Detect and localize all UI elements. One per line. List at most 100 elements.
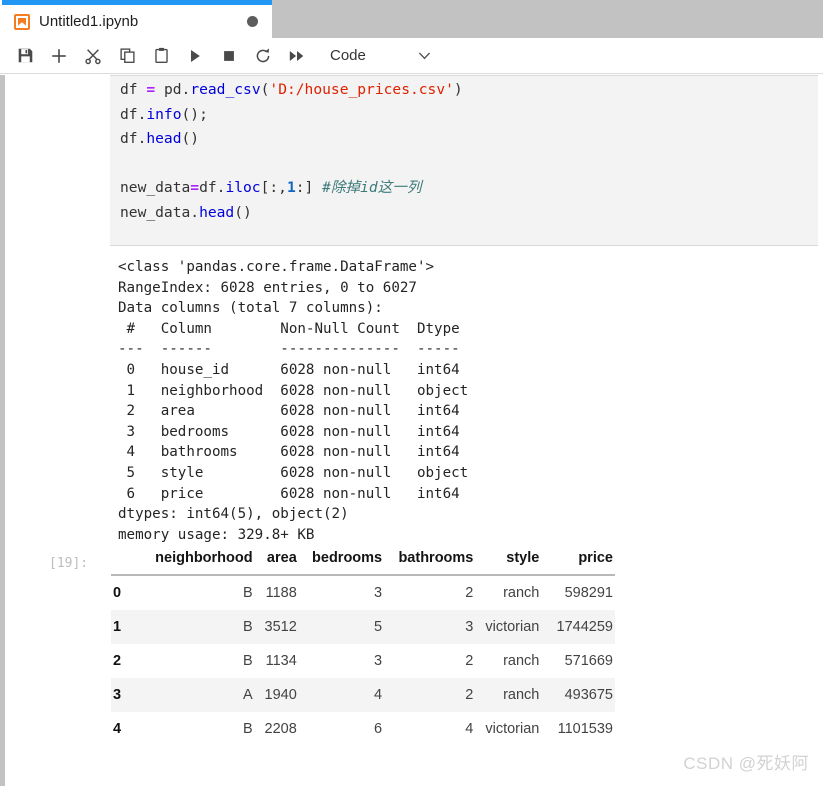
- run-button[interactable]: [178, 41, 212, 71]
- dataframe-cell: 3: [384, 610, 476, 644]
- code-token: 'D:/house_prices.csv': [269, 81, 454, 98]
- restart-icon: [254, 47, 272, 65]
- chevron-down-icon[interactable]: [416, 47, 433, 64]
- dataframe-cell: victorian: [475, 610, 542, 644]
- dataframe-cell: ranch: [503, 653, 540, 669]
- dataframe-column-header: bedrooms: [298, 546, 385, 576]
- dataframe-index-header: [111, 546, 136, 576]
- dataframe-cell: 3: [374, 653, 383, 669]
- dataframe-cell: 2: [384, 678, 476, 712]
- notebook-tab[interactable]: Untitled1.ipynb: [0, 0, 272, 38]
- dataframe-cell: ranch: [503, 585, 540, 601]
- dataframe-cell: 1134: [265, 653, 297, 669]
- dataframe-cell: 493675: [541, 678, 615, 712]
- dataframe-cell: 1101539: [557, 721, 613, 737]
- notebook-panel: df = pd.read_csv('D:/house_prices.csv') …: [0, 75, 823, 786]
- code-token: ): [453, 81, 463, 98]
- dataframe-column-header: area: [254, 546, 299, 576]
- dataframe-output: neighborhood area bedrooms bathrooms style pr…: [111, 546, 615, 746]
- cell-type-selector[interactable]: Code: [330, 41, 433, 71]
- dataframe-body: 0 B 1188 3 2 ranch 598291 1 B 3512 5 3 victorian 1744…: [111, 575, 615, 746]
- tab-title: Untitled1.ipynb: [39, 13, 139, 30]
- code-token: new_data: [120, 179, 191, 196]
- code-editor[interactable]: df = pd.read_csv('D:/house_prices.csv') …: [120, 78, 463, 225]
- code-token: :]: [295, 179, 323, 196]
- save-icon: [17, 47, 34, 64]
- dataframe-cell: B: [135, 610, 255, 644]
- dataframe-cell: 1940: [254, 678, 299, 712]
- code-token: new_data.: [120, 203, 200, 221]
- dataframe-cell: 3512: [254, 610, 299, 644]
- notebook-toolbar: Code: [0, 38, 823, 74]
- paste-button[interactable]: [144, 41, 178, 71]
- table-row: 0 B 1188 3 2 ranch 598291: [111, 575, 615, 610]
- plus-icon: [50, 47, 68, 65]
- table-row: 2 B 1134 3 2 ranch 571669: [111, 644, 615, 678]
- code-token: =: [146, 81, 156, 98]
- stop-button[interactable]: [212, 41, 246, 71]
- copy-icon: [119, 47, 136, 64]
- code-token: #除掉id这一列: [322, 179, 422, 196]
- code-token: head: [199, 203, 235, 221]
- code-token: (): [234, 203, 252, 221]
- save-button[interactable]: [8, 41, 42, 71]
- window-titlebar: Untitled1.ipynb: [0, 0, 823, 38]
- notebook-left-rail: [0, 75, 5, 786]
- restart-run-all-button[interactable]: [280, 41, 314, 71]
- code-token: read_csv: [190, 81, 261, 98]
- dataframe-cell: 5: [298, 610, 385, 644]
- dataframe-column-header: neighborhood: [135, 546, 255, 576]
- code-token: df: [120, 81, 147, 98]
- code-token: [:,: [260, 179, 287, 196]
- dataframe-cell: 2: [465, 653, 474, 669]
- insert-cell-button[interactable]: [42, 41, 76, 71]
- code-token: iloc: [225, 179, 261, 196]
- dataframe-column-header: style: [475, 546, 542, 576]
- code-token: (): [181, 130, 200, 147]
- dataframe-cell: 4: [298, 678, 385, 712]
- dataframe-cell: A: [135, 678, 255, 712]
- code-token: head: [146, 130, 182, 147]
- code-token: df.: [199, 179, 226, 196]
- code-token: df.: [120, 105, 147, 123]
- play-icon: [187, 48, 203, 64]
- code-token: 1: [286, 179, 296, 196]
- dataframe-cell: B: [242, 585, 253, 601]
- notebook-icon: [14, 13, 30, 30]
- dataframe-table: neighborhood area bedrooms bathrooms style pr…: [111, 546, 615, 746]
- stop-icon: [222, 49, 236, 63]
- cell-type-value: Code: [330, 47, 366, 64]
- dataframe-column-header: price: [541, 546, 615, 576]
- dataframe-cell: ranch: [475, 678, 542, 712]
- dataframe-index-cell: 0: [113, 585, 122, 601]
- dataframe-column-header: bathrooms: [384, 546, 476, 576]
- code-cell[interactable]: df = pd.read_csv('D:/house_prices.csv') …: [110, 75, 818, 246]
- code-token: df.: [120, 130, 147, 147]
- dataframe-cell: 4: [465, 721, 474, 737]
- restart-button[interactable]: [246, 41, 280, 71]
- table-row: 3 A 1940 4 2 ranch 493675: [111, 678, 615, 712]
- dataframe-cell: 6: [374, 721, 383, 737]
- fast-forward-icon: [288, 47, 306, 65]
- dataframe-cell: 598291: [564, 585, 613, 601]
- dataframe-index-cell: 4: [113, 721, 122, 737]
- dataframe-cell: B: [242, 653, 253, 669]
- watermark: CSDN @死妖阿: [683, 754, 809, 773]
- unsaved-indicator-icon[interactable]: [247, 16, 258, 27]
- dataframe-cell: victorian: [485, 721, 540, 737]
- dataframe-index-cell: 1: [111, 610, 136, 644]
- table-row: 4 B 2208 6 4 victorian 1101539: [111, 712, 615, 746]
- code-token: info: [146, 105, 182, 123]
- copy-button[interactable]: [110, 41, 144, 71]
- dataframe-header: neighborhood area bedrooms bathrooms style pr…: [111, 546, 615, 576]
- scissors-icon: [84, 47, 102, 65]
- dataframe-index-cell: 2: [113, 653, 122, 669]
- code-token: pd.: [155, 81, 191, 98]
- code-token: =: [190, 179, 200, 196]
- dataframe-cell: B: [242, 721, 253, 737]
- table-header-row: neighborhood area bedrooms bathrooms style pr…: [111, 546, 615, 576]
- cut-button[interactable]: [76, 41, 110, 71]
- cell-stdout-output: <class 'pandas.core.frame.DataFrame'> Ra…: [118, 259, 469, 543]
- dataframe-cell: 1744259: [541, 610, 615, 644]
- dataframe-index-cell: 3: [111, 678, 136, 712]
